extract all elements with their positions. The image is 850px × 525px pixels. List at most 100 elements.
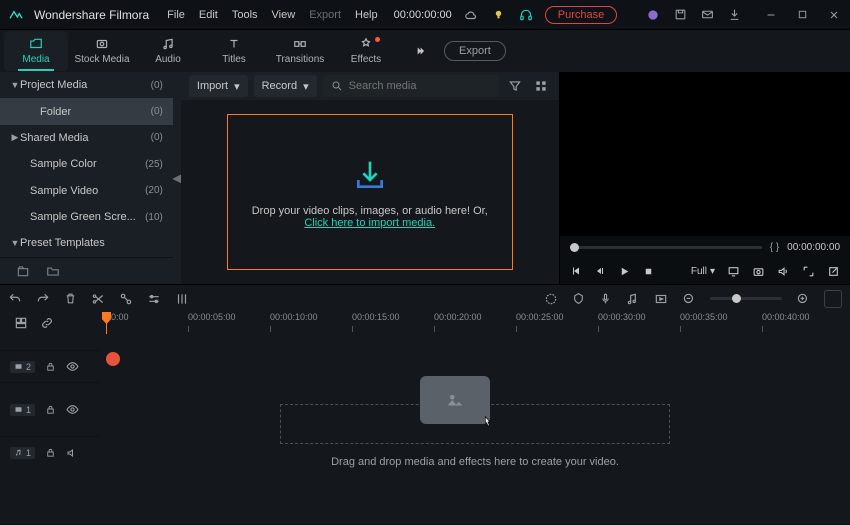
sidebar-item-folder[interactable]: Folder (0) [0, 98, 173, 124]
display-icon[interactable] [727, 265, 740, 278]
tab-media[interactable]: Media [4, 31, 68, 71]
track-header-a1[interactable]: 1 [0, 436, 100, 468]
ruler-tick: 00:00:40:00 [762, 312, 810, 322]
expand-icon[interactable] [802, 265, 815, 278]
new-bin-icon[interactable] [16, 264, 30, 278]
preview-viewport[interactable] [560, 72, 850, 236]
ruler-tick: 00:00:25:00 [516, 312, 564, 322]
stop-icon[interactable] [643, 266, 654, 277]
cloud-icon[interactable] [462, 6, 480, 24]
tracks-area[interactable]: Drag and drop media and effects here to … [100, 334, 850, 524]
record-button[interactable]: Record▾ [254, 75, 317, 97]
import-button[interactable]: Import▾ [189, 75, 248, 97]
step-back-icon[interactable] [594, 265, 606, 277]
tab-stock-media[interactable]: Stock Media [70, 31, 134, 71]
timeline-thumbnails-icon[interactable] [14, 316, 28, 330]
filter-icon[interactable] [505, 75, 525, 97]
import-media-link[interactable]: Click here to import media. [304, 217, 435, 229]
sidebar-item-sample-color[interactable]: Sample Color (25) [0, 151, 173, 177]
menu-edit[interactable]: Edit [199, 9, 218, 21]
sidebar-item-preset-templates[interactable]: ▼ Preset Templates [0, 230, 173, 256]
menu-tools[interactable]: Tools [232, 9, 258, 21]
new-folder-icon[interactable] [46, 264, 60, 278]
lock-icon[interactable] [45, 404, 56, 415]
minimize-icon[interactable] [763, 7, 779, 23]
snapshot-icon[interactable] [752, 265, 765, 278]
save-icon[interactable] [672, 6, 689, 23]
mail-icon[interactable] [699, 6, 716, 23]
voiceover-icon[interactable] [599, 292, 612, 305]
purchase-button[interactable]: Purchase [545, 6, 617, 24]
visibility-icon[interactable] [66, 403, 79, 416]
tab-transitions[interactable]: Transitions [268, 31, 332, 71]
tab-titles[interactable]: Titles [202, 31, 266, 71]
media-dropzone[interactable]: Drop your video clips, images, or audio … [181, 100, 559, 284]
track-a1-toggle[interactable]: 1 [10, 447, 35, 459]
preview-braces: { } [770, 242, 779, 253]
volume-icon[interactable] [777, 265, 790, 278]
track-header-v1[interactable]: 1 [0, 382, 100, 436]
mute-icon[interactable] [66, 447, 78, 459]
lock-icon[interactable] [45, 361, 56, 372]
tab-effects[interactable]: Effects [334, 31, 398, 71]
undo-icon[interactable] [8, 292, 22, 306]
ruler-tick: 00:00:20:00 [434, 312, 482, 322]
track-headers: 2 1 1 [0, 334, 100, 524]
clip-marker-icon[interactable] [106, 352, 120, 366]
split-icon[interactable] [91, 292, 105, 306]
visibility-icon[interactable] [66, 360, 79, 373]
prev-frame-icon[interactable] [570, 265, 582, 277]
search-input[interactable] [349, 80, 491, 92]
tab-audio[interactable]: Audio [136, 31, 200, 71]
lightbulb-icon[interactable] [490, 6, 507, 23]
sidebar-item-sample-video[interactable]: Sample Video (20) [0, 178, 173, 204]
delete-icon[interactable] [64, 292, 77, 305]
zoom-in-icon[interactable] [796, 292, 810, 306]
menu-file[interactable]: File [167, 9, 185, 21]
sidebar-item-sample-green[interactable]: Sample Green Scre... (10) [0, 204, 173, 230]
track-header-v2[interactable]: 2 [0, 350, 100, 382]
preview-quality-button[interactable]: Full ▾ [691, 266, 715, 277]
menu-export[interactable]: Export [309, 9, 341, 21]
play-icon[interactable] [618, 265, 631, 278]
search-media[interactable] [323, 75, 499, 97]
popout-icon[interactable] [827, 265, 840, 278]
chevron-down-icon: ▾ [710, 266, 715, 277]
adjust-icon[interactable] [175, 292, 189, 306]
color-icon[interactable] [544, 292, 558, 306]
avatar-icon[interactable] [644, 6, 662, 24]
zoom-fit-icon[interactable] [824, 290, 842, 308]
close-icon[interactable] [826, 7, 842, 23]
zoom-slider[interactable] [710, 297, 782, 300]
zoom-out-icon[interactable] [682, 292, 696, 306]
render-icon[interactable] [654, 292, 668, 306]
redo-icon[interactable] [36, 292, 50, 306]
timeline-ruler[interactable]: 00:00 00:00:05:00 00:00:10:00 00:00:15:0… [100, 312, 850, 334]
sidebar-item-project-media[interactable]: ▼ Project Media (0) [0, 72, 173, 98]
tab-stock-label: Stock Media [74, 54, 129, 65]
more-tabs-icon[interactable] [412, 44, 428, 58]
preview-scrubber[interactable] [570, 246, 762, 249]
timeline-body: 2 1 1 Drag and drop media and effects he… [0, 334, 850, 524]
audio-mixer-icon[interactable] [626, 292, 640, 306]
track-v2-toggle[interactable]: 2 [10, 361, 35, 373]
maximize-icon[interactable] [795, 7, 810, 23]
collapse-sidebar-handle[interactable]: ◀ [173, 72, 181, 284]
download-icon[interactable] [726, 6, 743, 23]
timeline-link-icon[interactable] [40, 316, 54, 330]
marker-icon[interactable] [572, 292, 585, 305]
dragged-media-thumbnail[interactable] [420, 376, 490, 424]
sidebar-item-shared-media[interactable]: ▶ Shared Media (0) [0, 125, 173, 151]
menu-help[interactable]: Help [355, 9, 378, 21]
grid-view-icon[interactable] [531, 75, 551, 97]
speed-icon[interactable] [147, 292, 161, 306]
chevron-down-icon: ▼ [10, 238, 20, 248]
crop-icon[interactable] [119, 292, 133, 306]
lock-icon[interactable] [45, 447, 56, 458]
export-button[interactable]: Export [444, 41, 506, 61]
import-dropbox[interactable]: Drop your video clips, images, or audio … [227, 114, 513, 270]
menu-view[interactable]: View [272, 9, 296, 21]
headphones-icon[interactable] [517, 6, 535, 24]
playhead[interactable] [106, 312, 107, 334]
track-v1-toggle[interactable]: 1 [10, 404, 35, 416]
